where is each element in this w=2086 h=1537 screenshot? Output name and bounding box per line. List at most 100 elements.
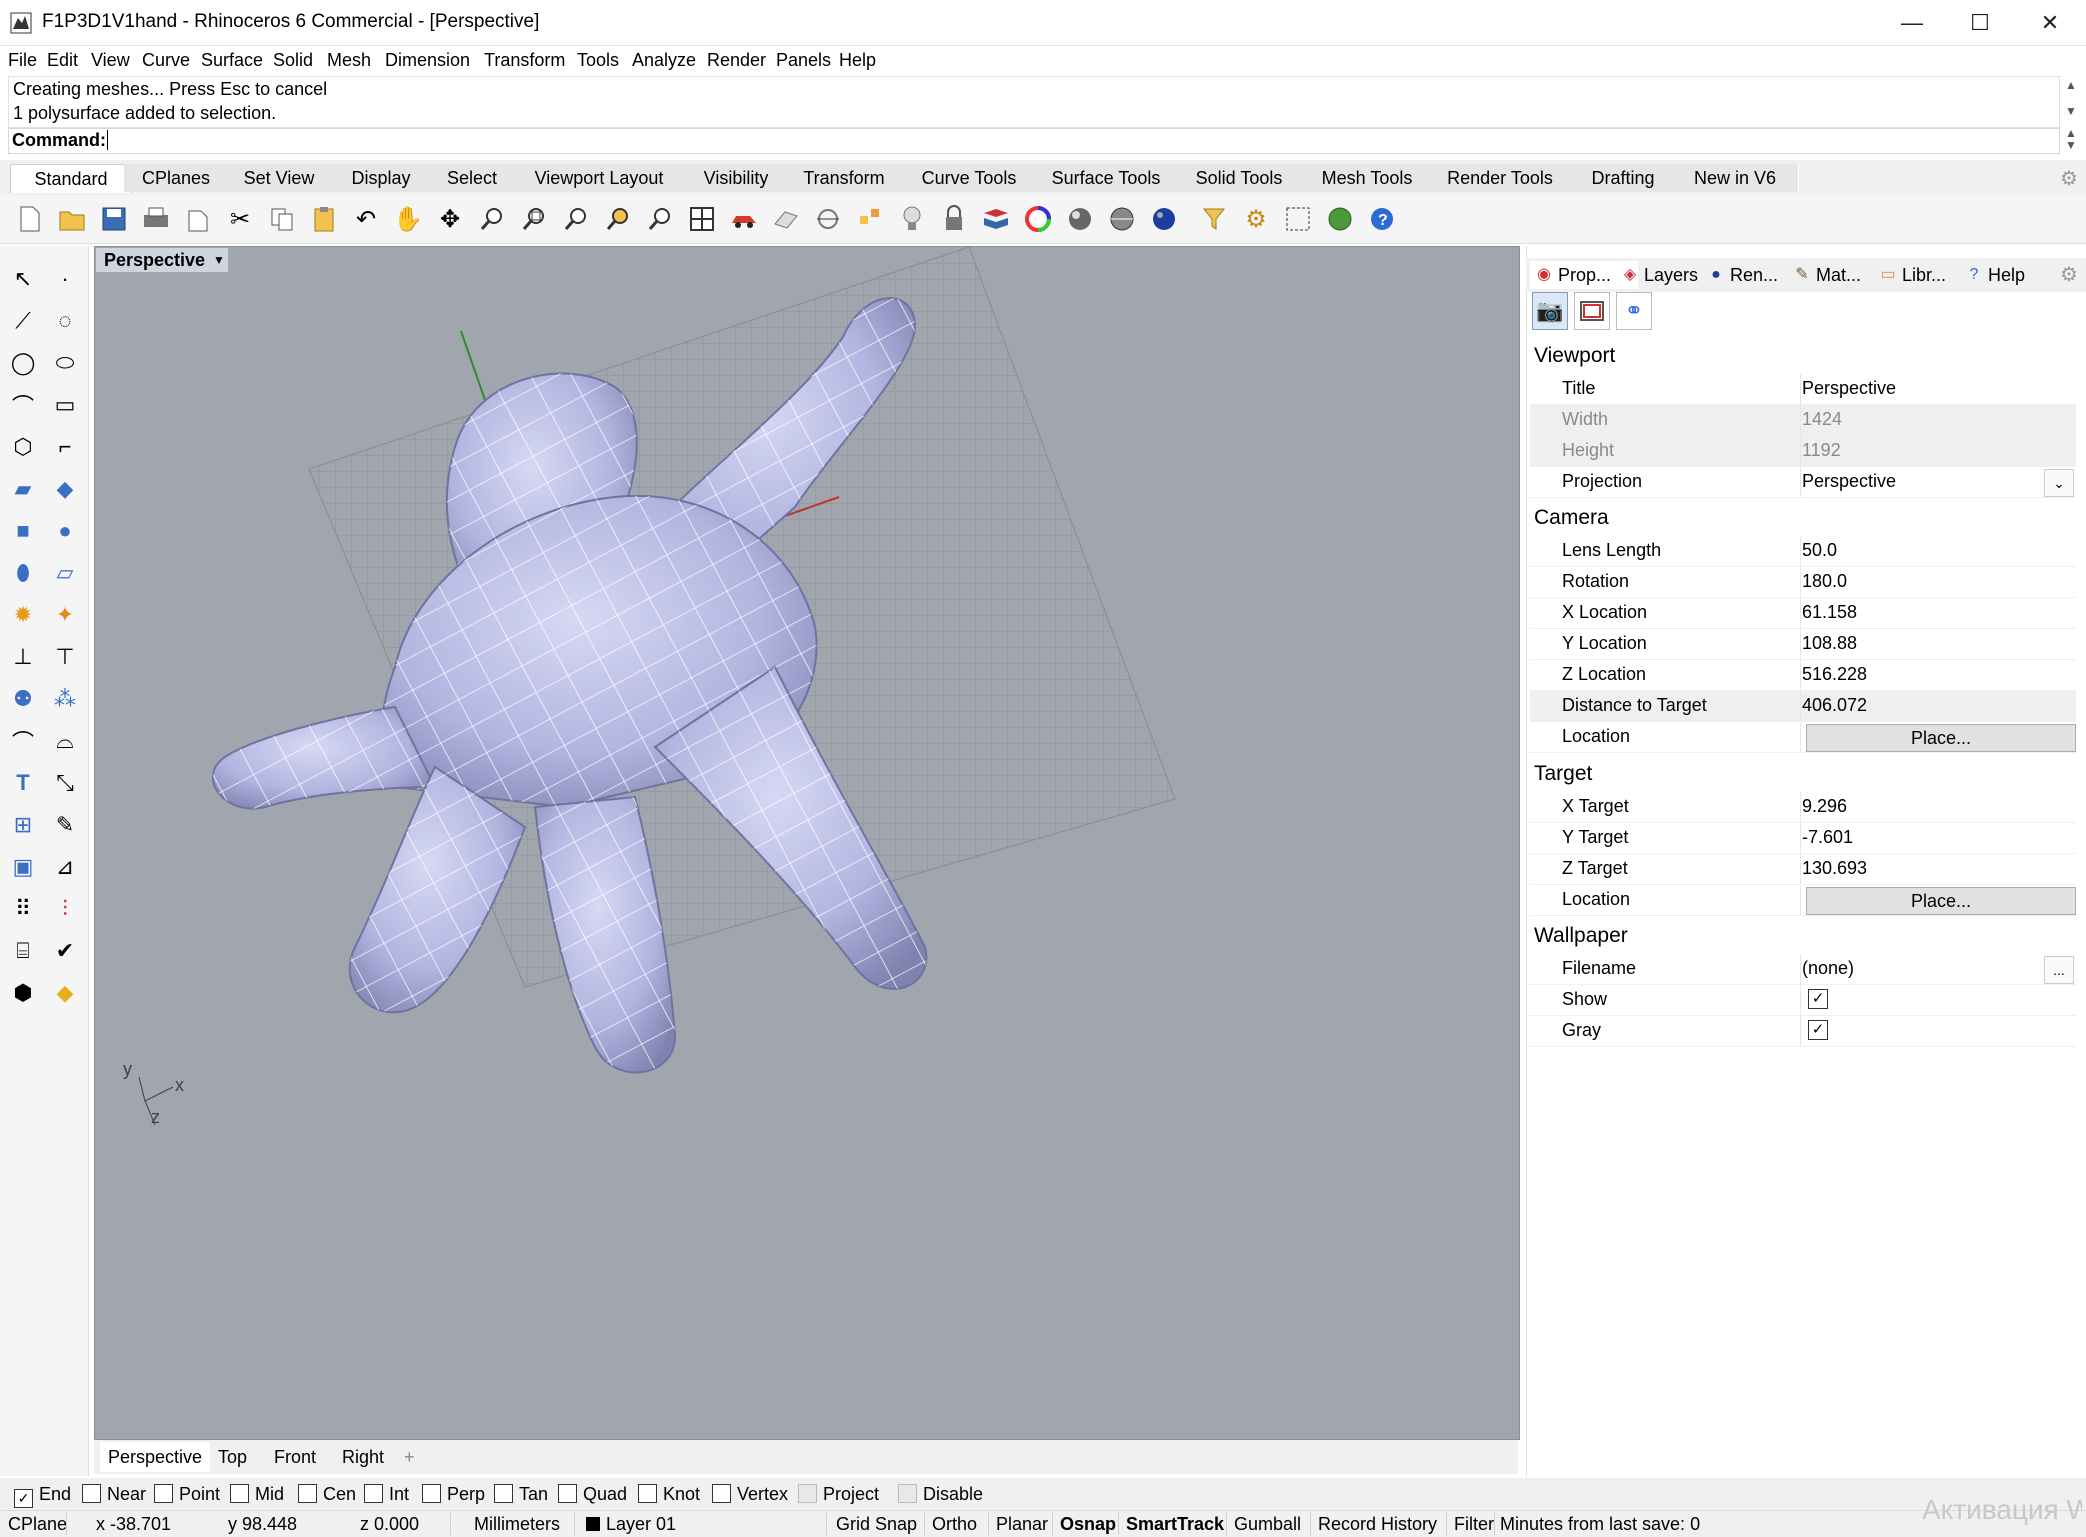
units-label[interactable]: Millimeters [474,1514,560,1535]
mesh-tools-icon[interactable]: ⬢ [6,976,40,1010]
fillet-icon[interactable]: ⌒ [6,724,40,758]
array-icon[interactable]: ⠿ [6,892,40,926]
checkbox[interactable] [494,1484,513,1503]
solid-box-icon[interactable]: ▣ [6,850,40,884]
light-icon[interactable]: ✹ [6,598,40,632]
text-icon[interactable]: T [6,766,40,800]
block-icon[interactable]: ⊞ [6,808,40,842]
osnap-perp[interactable]: Perp [422,1484,485,1505]
undo-icon[interactable]: ↶ [350,203,382,235]
layer-color-swatch[interactable] [586,1517,600,1531]
scroll-up-icon[interactable]: ▲ [2065,78,2077,92]
camera-icon[interactable]: 📷 [1532,292,1568,330]
tab-render-tools[interactable]: Render Tools [1426,164,1575,192]
show-checkbox[interactable]: ✓ [1808,989,1828,1009]
cut-icon[interactable]: ✂ [224,203,256,235]
close-button[interactable]: ✕ [2016,0,2084,45]
undo-view-icon[interactable] [644,203,676,235]
zoom-extents-icon[interactable] [560,203,592,235]
z-location-field[interactable]: 516.228 [1802,664,1867,685]
osnap-cen[interactable]: Cen [298,1484,356,1505]
chevron-down-icon[interactable]: ⌄ [2044,469,2074,497]
rectangle-icon[interactable]: ▭ [48,388,82,422]
menu-tools[interactable]: Tools [577,50,619,71]
checkbox[interactable] [154,1484,173,1503]
tab-transform[interactable]: Transform [786,164,903,192]
add-viewport-tab-icon[interactable]: + [396,1442,423,1472]
osnap-int[interactable]: Int [364,1484,409,1505]
polygon-icon[interactable]: ⬡ [6,430,40,464]
blue-sphere-icon[interactable] [1148,203,1180,235]
chevron-down-icon[interactable]: ▼ [210,248,228,272]
command-scrollbar[interactable]: ▲ ▼ ▲ ▼ [2060,76,2082,154]
car-render-icon[interactable] [728,203,760,235]
gumball-toggle[interactable]: Gumball [1234,1514,1301,1535]
polyline-icon[interactable]: ⟋ [6,304,40,338]
grip-icon[interactable] [1282,203,1314,235]
layer-book-icon[interactable] [980,203,1012,235]
viewport-title[interactable]: Perspective [96,248,214,272]
color-wheel-icon[interactable] [1022,203,1054,235]
osnap-icon[interactable] [812,203,844,235]
checkbox[interactable] [82,1484,101,1503]
projection-select[interactable]: Perspective [1802,471,1896,492]
z-target-field[interactable]: 130.693 [1802,858,1867,879]
osnap-vertex[interactable]: Vertex [712,1484,788,1505]
maximize-button[interactable]: ☐ [1946,0,2014,45]
tab-front[interactable]: Front [266,1442,324,1472]
osnap-mid[interactable]: Mid [230,1484,284,1505]
minimize-button[interactable]: — [1878,0,1946,45]
title-field[interactable]: Perspective [1802,378,1896,399]
browse-button[interactable]: ... [2044,956,2074,984]
checkbox-checked[interactable]: ✓ [14,1489,33,1508]
command-line[interactable]: Command: [8,128,2060,154]
osnap-near[interactable]: Near [82,1484,146,1505]
render-globe-icon[interactable] [1324,203,1356,235]
point-icon[interactable]: · [48,262,82,296]
tab-standard[interactable]: Standard [10,164,132,193]
align-icon[interactable]: ⫶ [48,892,82,926]
checkbox[interactable] [898,1484,917,1503]
check-icon[interactable]: ✔ [48,934,82,968]
osnap-knot[interactable]: Knot [638,1484,700,1505]
osnap-toggle[interactable]: Osnap [1060,1514,1116,1535]
checkbox[interactable] [712,1484,731,1503]
render-sphere-icon[interactable] [1106,203,1138,235]
checkbox[interactable] [798,1484,817,1503]
tab-display[interactable]: Display [330,164,433,192]
tab-cplanes[interactable]: CPlanes [124,164,229,192]
menu-panels[interactable]: Panels [776,50,831,71]
checkbox[interactable] [422,1484,441,1503]
tab-set-view[interactable]: Set View [222,164,337,192]
tab-visibility[interactable]: Visibility [680,164,793,192]
panel-gear-icon[interactable]: ⚙ [2060,262,2078,287]
menu-help[interactable]: Help [839,50,876,71]
mesh-icon[interactable]: ▱ [48,556,82,590]
tab-right[interactable]: Right [334,1442,392,1472]
cylinder-icon[interactable]: ⬮ [6,556,40,590]
osnap-end[interactable]: ✓ End [14,1484,71,1508]
copy-icon[interactable] [266,203,298,235]
gray-checkbox[interactable]: ✓ [1808,1020,1828,1040]
ellipse-icon[interactable]: ⬭ [48,346,82,380]
menu-edit[interactable]: Edit [47,50,78,71]
smarttrack-toggle[interactable]: SmartTrack [1126,1514,1224,1535]
scroll-down-icon[interactable]: ▼ [2065,138,2077,152]
zoom-icon[interactable] [476,203,508,235]
osnap-project[interactable]: Project [798,1484,879,1505]
tab-surface-tools[interactable]: Surface Tools [1036,164,1177,192]
lock-icon[interactable] [938,203,970,235]
tab-curve-tools[interactable]: Curve Tools [896,164,1043,192]
import-icon[interactable] [182,203,214,235]
menu-solid[interactable]: Solid [273,50,313,71]
save-icon[interactable] [98,203,130,235]
explode-icon[interactable]: ✦ [48,598,82,632]
tab-new-in-v6[interactable]: New in V6 [1672,164,1799,192]
viewport-perspective[interactable]: y x z [94,246,1520,1440]
layer-label[interactable]: Layer 01 [606,1514,676,1535]
osnap-point[interactable]: Point [154,1484,220,1505]
x-target-field[interactable]: 9.296 [1802,796,1847,817]
split-icon[interactable]: ⊤ [48,640,82,674]
shade-sphere-icon[interactable] [1064,203,1096,235]
menu-analyze[interactable]: Analyze [632,50,696,71]
